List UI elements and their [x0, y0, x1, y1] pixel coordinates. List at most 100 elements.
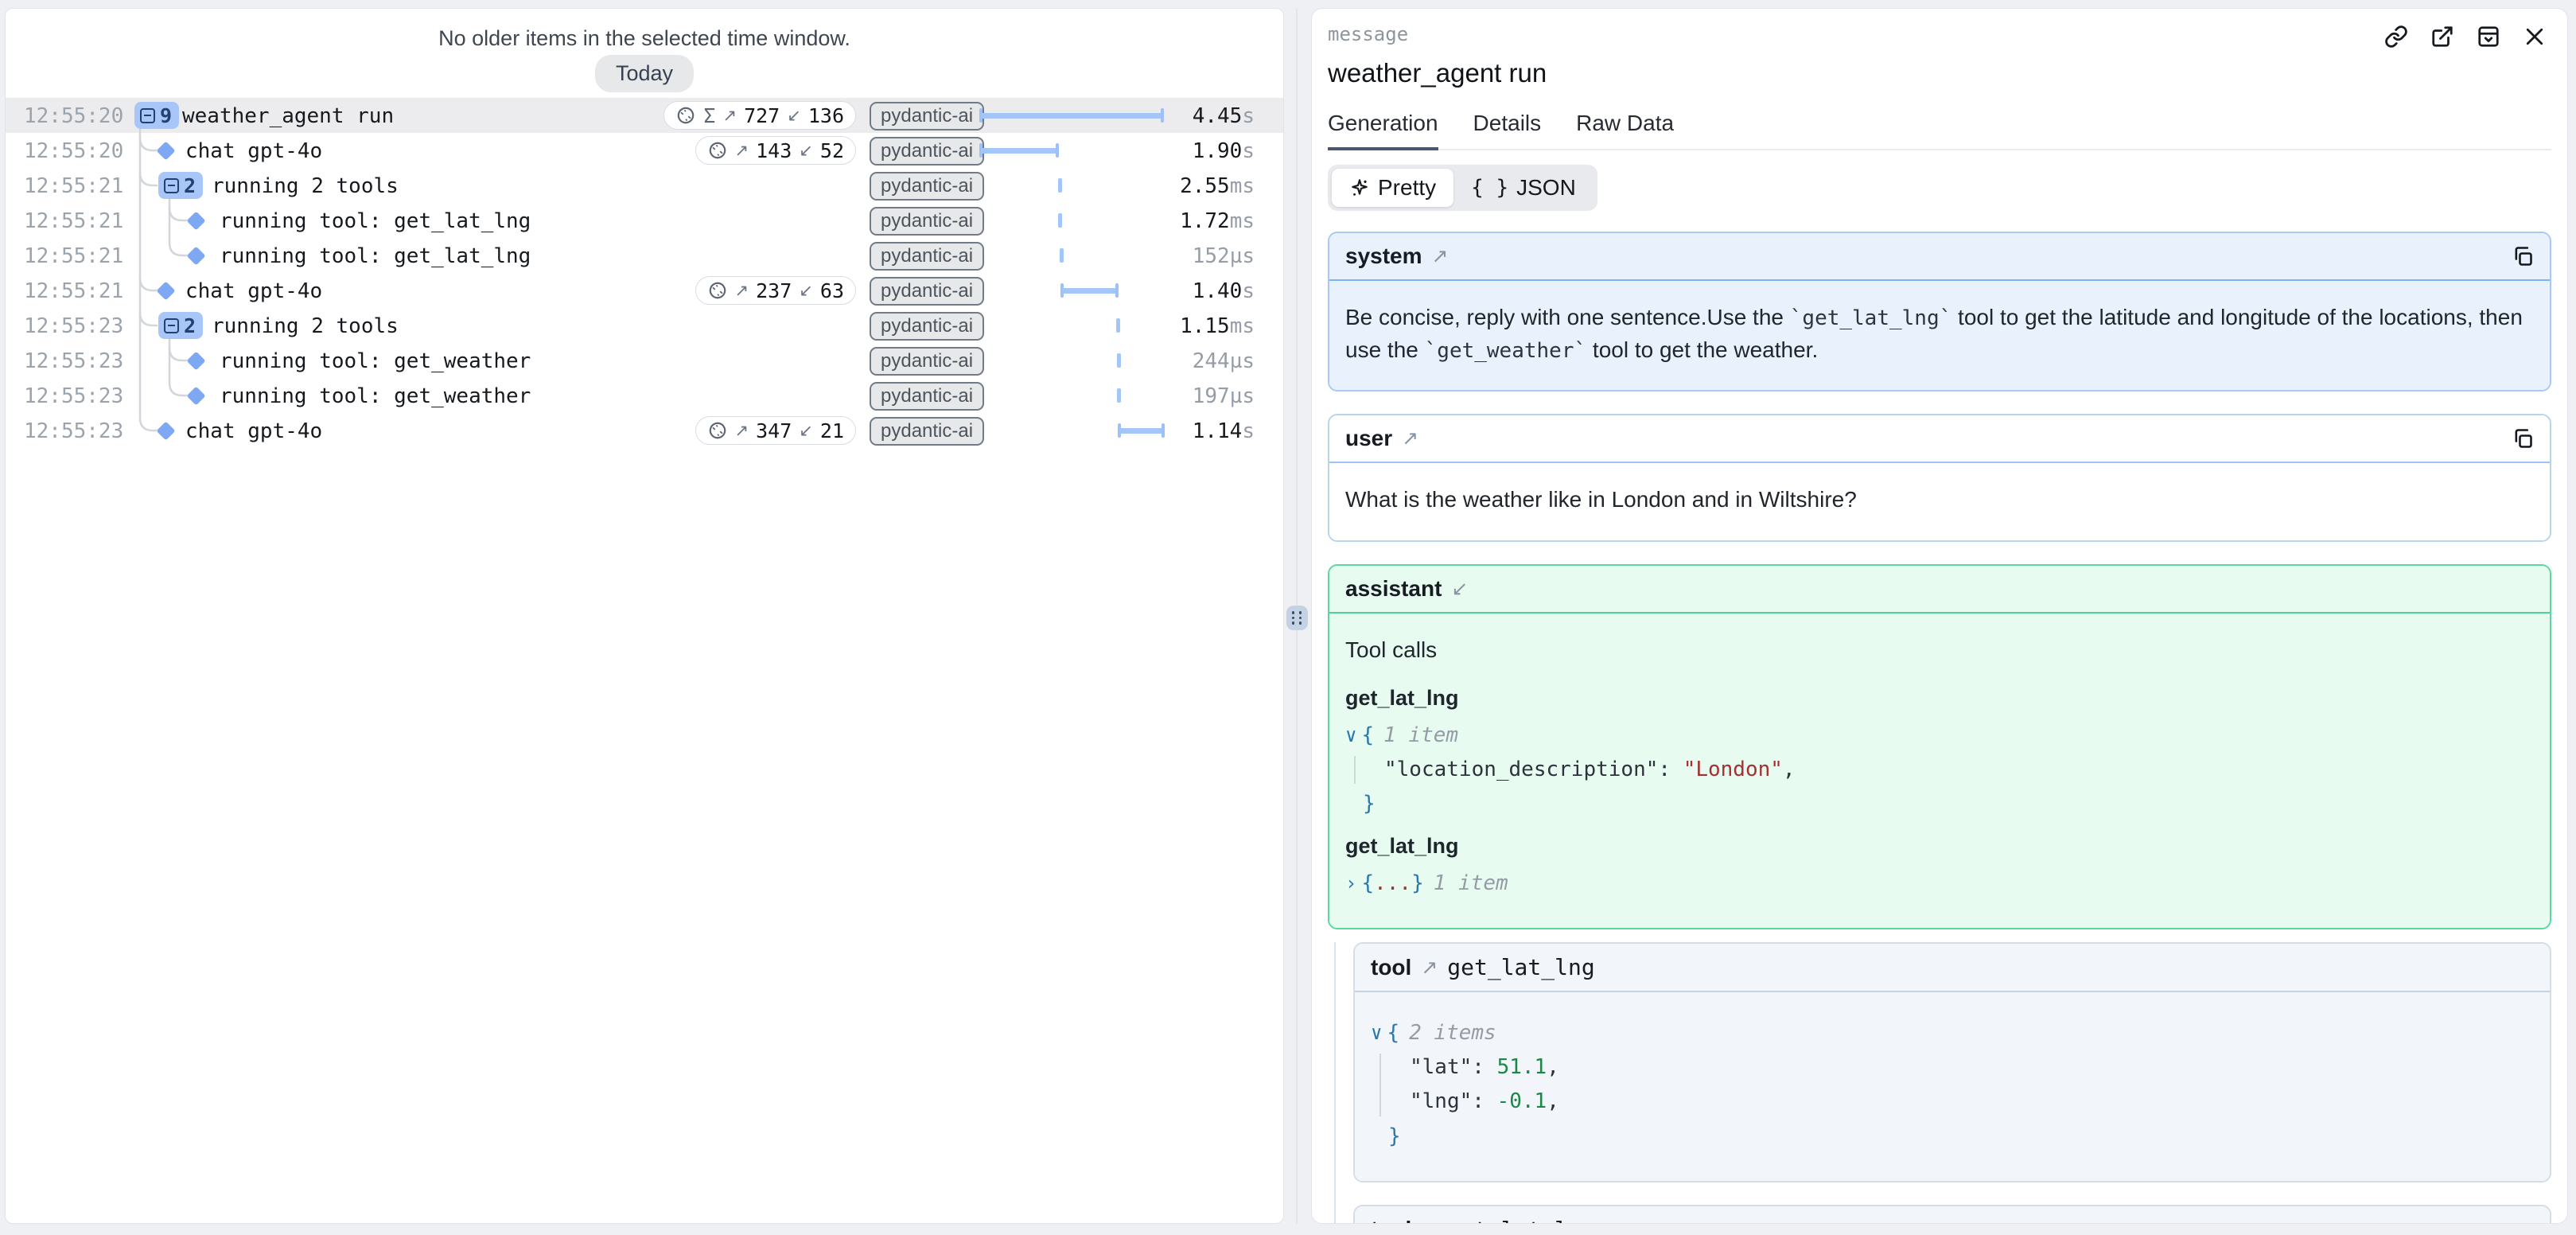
- token-icon: [707, 420, 728, 441]
- grip-dots-icon: [1292, 611, 1303, 625]
- timeline-cell: [979, 133, 1165, 168]
- json-root-line[interactable]: ∨{1 item: [1345, 722, 2534, 750]
- json-root-line[interactable]: ∨{2 items: [1371, 1019, 2534, 1047]
- duration-tick: [1116, 318, 1120, 333]
- trace-row[interactable]: 12:55:21running tool: get_lat_lngpydanti…: [6, 238, 1283, 273]
- duration-bar: [979, 108, 1164, 123]
- token-usage-pill[interactable]: ↗347↙21: [695, 416, 856, 445]
- assistant-message-block: assistant ↙ Tool calls get_lat_lng ∨{1 i…: [1328, 564, 2551, 929]
- trace-row[interactable]: 12:55:23running tool: get_weatherpydanti…: [6, 378, 1283, 413]
- span-timestamp: 12:55:23: [24, 314, 123, 338]
- span-label: running tool: get_lat_lng: [220, 209, 531, 233]
- tool-name: get_lat_lng: [1447, 954, 1594, 980]
- span-duration: 2.55ms: [1180, 174, 1255, 198]
- collapse-toggle[interactable]: 9: [134, 102, 179, 129]
- panel-resize-handle[interactable]: [1286, 606, 1308, 630]
- tab-generation[interactable]: Generation: [1328, 111, 1438, 150]
- tool-name: get_lat_lng: [1447, 1217, 1594, 1224]
- service-badge: pydantic-ai: [870, 382, 984, 411]
- tool-call-name: get_lat_lng: [1345, 831, 2534, 862]
- detail-tabs: Generation Details Raw Data: [1328, 111, 2551, 150]
- direction-arrow-icon: ↗: [1402, 427, 1418, 450]
- empty-notice: No older items in the selected time wind…: [6, 26, 1283, 51]
- system-message-block: system ↗ Be concise, reply with one sent…: [1328, 232, 2551, 392]
- span-timestamp: 12:55:20: [24, 139, 123, 163]
- span-timestamp: 12:55:21: [24, 279, 123, 303]
- tab-raw-data[interactable]: Raw Data: [1576, 111, 1674, 149]
- span-diamond-icon: [156, 141, 175, 160]
- role-label: system: [1345, 243, 1422, 269]
- json-close-brace: }: [1388, 1123, 2534, 1151]
- role-label: tool: [1371, 1217, 1411, 1224]
- user-prompt-text: What is the weather like in London and i…: [1329, 463, 2550, 540]
- copy-icon[interactable]: [2512, 245, 2534, 267]
- copy-link-icon[interactable]: [2384, 25, 2408, 49]
- service-badge: pydantic-ai: [870, 172, 984, 201]
- collapse-toggle[interactable]: 2: [158, 172, 203, 199]
- span-timestamp: 12:55:21: [24, 209, 123, 233]
- span-duration: 4.45s: [1193, 104, 1255, 128]
- service-badge: pydantic-ai: [870, 312, 984, 341]
- trace-row[interactable]: 12:55:209weather_agent runΣ↗727↙136pydan…: [6, 98, 1283, 133]
- timeline-cell: [979, 238, 1165, 273]
- json-entry: "location_description": "London",: [1384, 756, 2534, 784]
- service-badge: pydantic-ai: [870, 347, 984, 376]
- trace-row[interactable]: 12:55:212running 2 toolspydantic-ai2.55m…: [6, 168, 1283, 203]
- page-title: weather_agent run: [1328, 58, 2551, 88]
- sigma-icon: Σ: [703, 104, 715, 127]
- trace-panel: No older items in the selected time wind…: [5, 8, 1284, 1224]
- json-view-button[interactable]: { } JSON: [1453, 169, 1593, 207]
- user-message-block: user ↗ What is the weather like in Londo…: [1328, 414, 2551, 542]
- timeline-cell: [979, 413, 1165, 448]
- trace-row-list: 12:55:20 9weather_agent run Σ↗727↙136 pydan…: [6, 98, 1283, 448]
- copy-icon[interactable]: [2512, 427, 2534, 450]
- trace-row[interactable]: 12:55:21running tool: get_lat_lngpydanti…: [6, 203, 1283, 238]
- tool-call-name: get_lat_lng: [1345, 683, 2534, 714]
- span-diamond-icon: [186, 386, 205, 405]
- today-button[interactable]: Today: [595, 55, 694, 92]
- service-badge: pydantic-ai: [870, 137, 984, 166]
- span-label: running tool: get_weather: [220, 349, 531, 373]
- span-diamond-icon: [156, 421, 175, 440]
- span-label: chat gpt-4o: [185, 419, 322, 443]
- trace-row[interactable]: 12:55:21chat gpt-4o↗237↙63pydantic-ai1.4…: [6, 273, 1283, 308]
- pretty-view-button[interactable]: Pretty: [1332, 169, 1453, 207]
- collapse-toggle[interactable]: 2: [158, 312, 203, 339]
- direction-arrow-icon: ↗: [1421, 956, 1438, 980]
- system-prompt-text: Be concise, reply with one sentence.Use …: [1329, 281, 2550, 390]
- collapse-panel-icon[interactable]: [2477, 25, 2500, 49]
- tab-details[interactable]: Details: [1473, 111, 1542, 149]
- trace-row[interactable]: 12:55:232running 2 toolspydantic-ai1.15m…: [6, 308, 1283, 343]
- close-icon[interactable]: [2523, 25, 2547, 49]
- token-usage-pill[interactable]: ↗143↙52: [695, 136, 856, 165]
- duration-tick: [1058, 178, 1062, 193]
- view-mode-toggle: Pretty { } JSON: [1328, 165, 1597, 211]
- span-label: running 2 tools: [212, 174, 399, 198]
- span-label: chat gpt-4o: [185, 139, 322, 163]
- direction-arrow-icon: ↗: [1432, 244, 1449, 268]
- span-duration: 1.14s: [1193, 419, 1255, 443]
- span-duration: 152µs: [1193, 244, 1255, 268]
- service-badge: pydantic-ai: [870, 102, 984, 131]
- trace-row[interactable]: 12:55:23chat gpt-4o↗347↙21pydantic-ai1.1…: [6, 413, 1283, 448]
- trace-row[interactable]: 12:55:23running tool: get_weatherpydanti…: [6, 343, 1283, 378]
- arrow-up-icon: ↗: [735, 281, 749, 301]
- token-usage-pill[interactable]: Σ↗727↙136: [663, 101, 856, 130]
- span-label: running 2 tools: [212, 314, 399, 338]
- duration-tick: [1060, 248, 1064, 263]
- arrow-down-icon: ↙: [787, 106, 801, 126]
- span-label: weather_agent run: [182, 104, 394, 128]
- duration-bar: [979, 143, 1059, 158]
- span-label: running tool: get_lat_lng: [220, 244, 531, 268]
- detail-panel: message weather_agent run Generation Det…: [1311, 8, 2568, 1224]
- chevron-down-icon: ∨: [1371, 1022, 1382, 1044]
- token-icon: [675, 105, 696, 126]
- json-collapsed-line[interactable]: ›{...}1 item: [1345, 870, 2534, 898]
- trace-row[interactable]: 12:55:20chat gpt-4o↗143↙52pydantic-ai1.9…: [6, 133, 1283, 168]
- arrow-down-icon: ↙: [799, 421, 813, 441]
- token-usage-pill[interactable]: ↗237↙63: [695, 276, 856, 305]
- tool-message-block: tool ↗ get_lat_lng ∨{2 items: [1353, 1205, 2551, 1224]
- timeline-cell: [979, 273, 1165, 308]
- span-diamond-icon: [186, 211, 205, 230]
- open-external-icon[interactable]: [2430, 25, 2454, 49]
